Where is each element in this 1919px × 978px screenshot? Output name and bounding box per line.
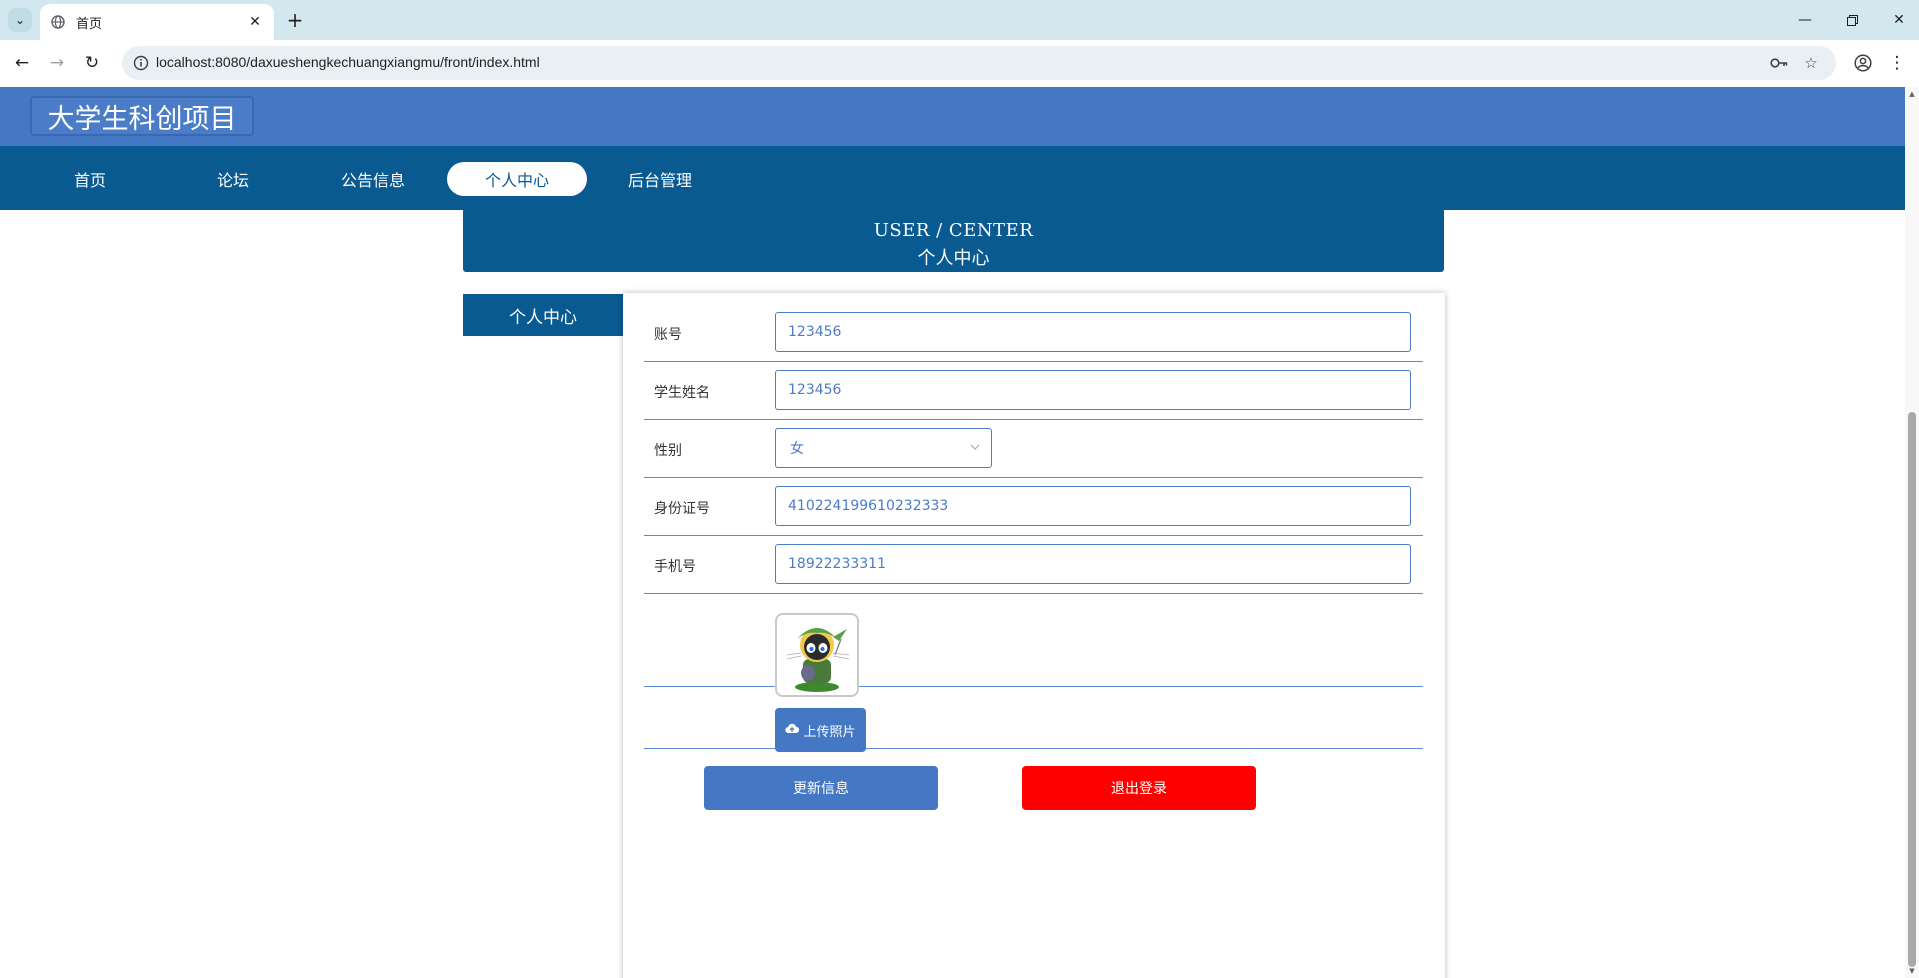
avatar-image [777,615,857,695]
form-row-id-card: 身份证号 410224199610232333 [644,479,1423,536]
nav-item-admin[interactable]: 后台管理 [590,162,730,196]
account-input[interactable]: 123456 [775,312,1411,352]
minimize-icon[interactable]: — [1793,8,1817,32]
nav-item-user-center[interactable]: 个人中心 [447,162,587,196]
main-nav: 首页 论坛 公告信息 个人中心 后台管理 [0,146,1905,210]
banner-title-cn: 个人中心 [917,248,990,269]
scrollbar-thumb[interactable] [1908,412,1916,967]
upload-photo-button[interactable]: 上传照片 [775,708,866,752]
phone-input[interactable]: 18922233311 [775,544,1411,584]
nav-item-forum[interactable]: 论坛 [163,162,303,196]
gender-selected-value: 女 [790,441,804,457]
scroll-down-icon[interactable]: ▼ [1908,967,1916,975]
window-close-icon[interactable]: ✕ [1887,8,1911,32]
nav-item-home[interactable]: 首页 [20,162,160,196]
student-name-label: 学生姓名 [654,385,710,401]
chevron-down-icon: ⌄ [14,13,26,27]
user-info-form: 账号 123456 学生姓名 123456 性别 女 身份证号 41022419… [623,293,1445,978]
gender-select[interactable]: 女 [775,428,992,468]
form-row-name: 学生姓名 123456 [644,363,1423,420]
key-icon[interactable] [1770,54,1788,72]
tab-title: 首页 [76,16,103,32]
globe-icon [50,14,66,30]
close-icon[interactable]: ✕ [246,14,264,30]
page-viewport: 大学生科创项目 首页 论坛 公告信息 个人中心 后台管理 USER / CENT… [0,87,1905,978]
upload-photo-label: 上传照片 [803,724,856,740]
site-title[interactable]: 大学生科创项目 [30,96,254,136]
forward-arrow-icon[interactable]: → [45,51,69,75]
logout-button[interactable]: 退出登录 [1022,766,1256,810]
form-row-upload: 上传照片 [644,688,1423,752]
reload-icon[interactable]: ↻ [80,51,104,75]
phone-label: 手机号 [654,559,696,575]
avatar [775,613,859,697]
profile-icon[interactable] [1851,51,1875,75]
tab-search-button[interactable]: ⌄ [8,8,32,32]
student-name-input[interactable]: 123456 [775,370,1411,410]
nav-item-announcements[interactable]: 公告信息 [303,162,443,196]
browser-tab[interactable]: 首页 ✕ [40,4,274,40]
id-card-label: 身份证号 [654,501,710,517]
new-tab-button[interactable]: + [283,8,307,32]
back-arrow-icon[interactable]: ← [10,51,34,75]
account-label: 账号 [654,327,682,343]
address-bar[interactable]: localhost:8080/daxueshengkechuangxiangmu… [122,46,1836,80]
page-scrollbar[interactable]: ▲ ▼ [1905,87,1919,978]
form-row-avatar [644,595,1423,697]
cloud-upload-icon [785,723,800,738]
url-text[interactable]: localhost:8080/daxueshengkechuangxiangmu… [156,54,540,70]
browser-tab-strip: ⌄ 首页 ✕ + — ✕ [0,0,1919,40]
side-menu-item-user-center[interactable]: 个人中心 [463,294,623,336]
form-row-account: 账号 123456 [644,305,1423,362]
update-info-button[interactable]: 更新信息 [704,766,938,810]
browser-toolbar: ← → ↻ localhost:8080/daxueshengkechuangx… [0,40,1919,87]
form-row-phone: 手机号 18922233311 [644,537,1423,594]
gender-label: 性别 [654,443,682,459]
side-menu: 个人中心 [463,294,623,336]
id-card-input[interactable]: 410224199610232333 [775,486,1411,526]
site-header: 大学生科创项目 [0,87,1905,146]
form-actions: 更新信息 退出登录 [644,766,1423,810]
more-menu-icon[interactable]: ⋮ [1885,51,1909,75]
restore-icon[interactable] [1840,8,1864,32]
scroll-up-icon[interactable]: ▲ [1908,90,1916,98]
bookmark-star-icon[interactable]: ☆ [1802,54,1820,72]
section-banner: USER / CENTER 个人中心 [463,210,1444,272]
site-info-icon[interactable] [132,54,150,72]
chevron-down-icon [969,441,981,453]
banner-title-en: USER / CENTER [873,220,1034,241]
form-row-gender: 性别 女 [644,421,1423,478]
